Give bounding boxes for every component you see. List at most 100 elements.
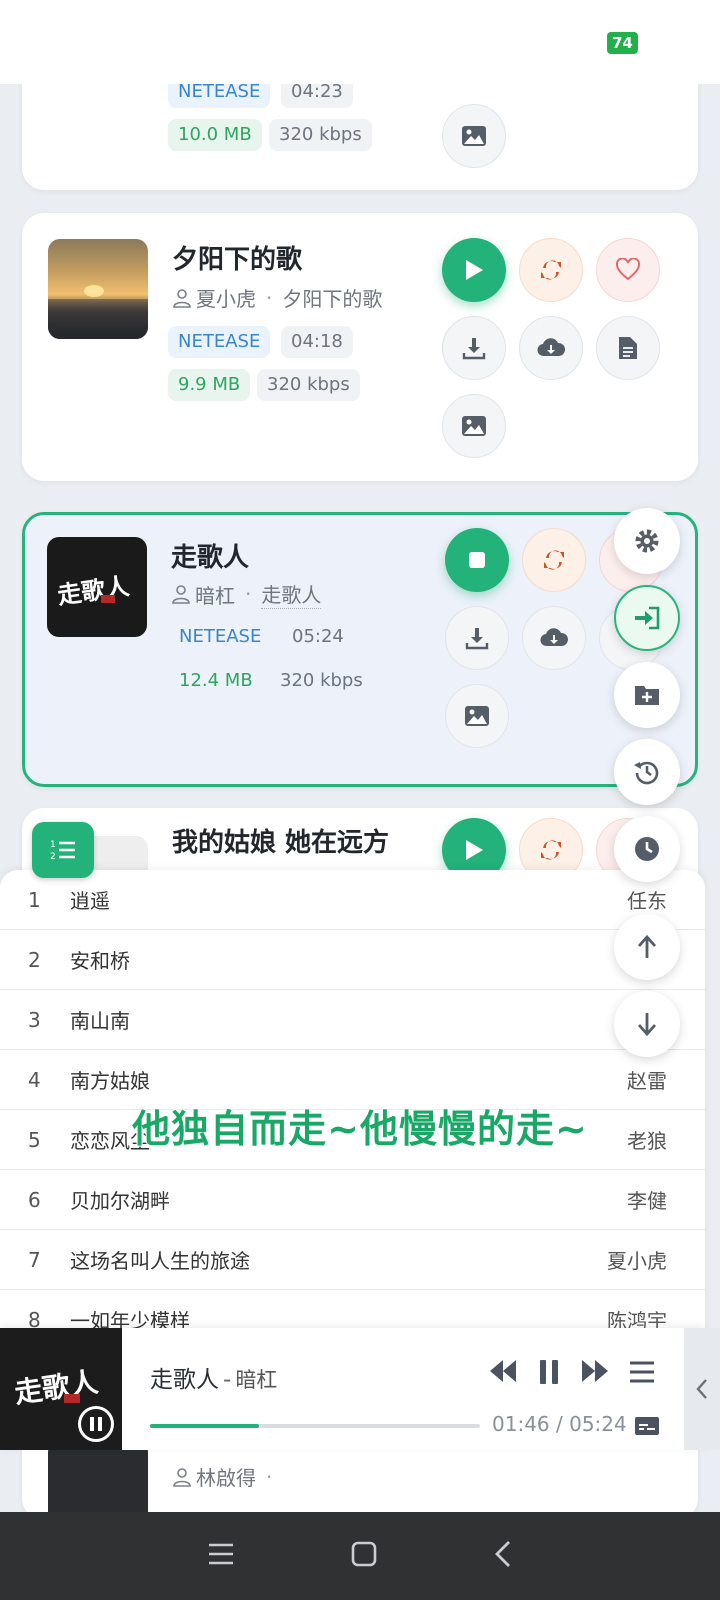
album-name[interactable]: 夕阳下的歌 [282, 283, 382, 312]
playlist-row[interactable]: 7 这场名叫人生的旅途 夏小虎 [0, 1230, 705, 1290]
playback-time: 01:46 / 05:24 [492, 1412, 627, 1436]
cover-text: 走歌人 [12, 1365, 101, 1410]
progress-bar[interactable] [150, 1424, 480, 1428]
chevron-left-icon [696, 1379, 707, 1399]
settings-button[interactable] [614, 508, 680, 574]
next-button[interactable] [580, 1358, 610, 1388]
cover-image-button[interactable] [442, 104, 506, 168]
history-icon [634, 761, 659, 785]
battery-indicator: 74 [607, 32, 638, 54]
image-icon [462, 416, 486, 436]
pause-icon [90, 1417, 102, 1431]
side-collapse-handle[interactable] [684, 1328, 720, 1450]
rewind-icon [490, 1360, 516, 1382]
previous-button[interactable] [488, 1358, 518, 1388]
svg-text:1: 1 [50, 840, 56, 850]
back-icon [494, 1541, 510, 1567]
sleep-timer-button[interactable] [614, 816, 680, 882]
player-cover[interactable]: 走歌人 [0, 1328, 122, 1450]
playlist-artist: 任东 [627, 889, 667, 913]
cloud-download-button[interactable] [519, 316, 583, 380]
artist-name[interactable]: 暗杠 [195, 580, 235, 609]
size-badge: 9.9 MB [168, 369, 251, 401]
recent-apps-button[interactable] [207, 1541, 235, 1571]
back-button[interactable] [493, 1539, 513, 1573]
person-icon [173, 1467, 191, 1487]
subtitles-button[interactable] [634, 1416, 660, 1440]
download-icon [462, 338, 486, 360]
playlist-song-name: 南山南 [70, 1009, 130, 1033]
playlist-song-name: 安和桥 [70, 949, 130, 973]
song-title: 我的姑娘 她在远方 [172, 828, 390, 858]
now-playing-artist: 暗杠 [235, 1368, 278, 1392]
scroll-up-button[interactable] [614, 914, 680, 980]
song-title: 走歌人 [171, 543, 250, 573]
playlist-row[interactable]: 8 一如年少模样 陈鸿宇 [0, 1290, 705, 1331]
cloud-download-button[interactable] [522, 606, 586, 670]
playlist-song-name: 南方姑娘 [70, 1069, 150, 1093]
scroll-down-button[interactable] [614, 991, 680, 1057]
playlist-row[interactable]: 6 贝加尔湖畔 李健 [0, 1170, 705, 1230]
duration-badge: 05:24 [292, 626, 344, 647]
heart-icon [615, 258, 641, 281]
play-icon [466, 260, 483, 280]
pause-icon [540, 1360, 558, 1384]
size-badge: 10.0 MB [168, 119, 262, 151]
playlist-row[interactable]: 2安和桥宋 [0, 930, 705, 990]
folder-plus-icon [635, 686, 659, 705]
size-badge: 12.4 MB [179, 670, 253, 691]
queue-menu-button[interactable] [628, 1360, 656, 1388]
pause-button[interactable] [538, 1358, 560, 1390]
sync-button[interactable] [519, 238, 583, 302]
arrow-down-icon [637, 1013, 657, 1037]
login-icon [635, 606, 660, 630]
history-button[interactable] [614, 739, 680, 805]
song-card[interactable]: 夕阳下的歌 夏小虎 · 夕阳下的歌 NETEASE 04:18 9.9 MB 3… [22, 213, 698, 481]
arrow-up-icon [637, 934, 657, 958]
download-button[interactable] [445, 606, 509, 670]
sync-icon [541, 840, 561, 860]
playlist-artist: 夏小虎 [607, 1249, 667, 1273]
artist-name[interactable]: 林啟得 [196, 1462, 256, 1491]
download-button[interactable] [442, 316, 506, 380]
cloud-download-icon [537, 338, 566, 357]
stop-icon [469, 552, 485, 568]
cover-pause-button[interactable] [78, 1406, 114, 1442]
playlist-row[interactable]: 1 逍遥 任东 [0, 870, 705, 930]
playlist-artist: 陈鸿宇 [607, 1309, 667, 1330]
now-playing-song: 走歌人 [150, 1367, 219, 1393]
current-time: 01:46 [492, 1412, 550, 1436]
song-meta: 夏小虎 · 夕阳下的歌 [172, 283, 382, 312]
like-button[interactable] [596, 238, 660, 302]
cover-image-button[interactable] [442, 394, 506, 458]
status-bar: 74 [0, 0, 720, 84]
svg-text:2: 2 [50, 852, 56, 862]
song-title: 夕阳下的歌 [172, 245, 303, 275]
cover-image-button[interactable] [445, 684, 509, 748]
playlist-song-name: 贝加尔湖畔 [70, 1189, 170, 1213]
numbered-list-icon: 1 2 [50, 840, 75, 862]
play-button[interactable] [442, 238, 506, 302]
home-button[interactable] [350, 1540, 378, 1572]
bitrate-badge: 320 kbps [269, 119, 372, 151]
lyrics-file-button[interactable] [596, 316, 660, 380]
song-card-active[interactable]: 走歌人 走歌人 暗杠 · 走歌人 NETEASE 05:24 12.4 MB 3… [22, 512, 698, 787]
mini-player: 走歌人 走歌人 - 暗杠 01:46 / 05:24 [0, 1328, 705, 1450]
clock-icon [635, 837, 659, 861]
image-icon [462, 126, 486, 146]
artist-name[interactable]: 夏小虎 [196, 283, 256, 312]
image-icon [465, 706, 489, 726]
stop-button[interactable] [445, 528, 509, 592]
bitrate-badge: 320 kbps [280, 670, 363, 691]
album-name[interactable]: 走歌人 [261, 579, 322, 609]
subtitles-icon [635, 1417, 659, 1435]
login-button[interactable] [614, 585, 680, 651]
home-icon [351, 1541, 377, 1567]
source-badge: NETEASE [179, 626, 262, 647]
bitrate-badge: 320 kbps [257, 369, 360, 401]
playlist-toggle-button[interactable]: 1 2 [32, 822, 94, 878]
new-folder-button[interactable] [614, 662, 680, 728]
sync-button[interactable] [522, 528, 586, 592]
playlist-row[interactable]: 3 南山南 [0, 990, 705, 1050]
album-cover [48, 239, 148, 339]
